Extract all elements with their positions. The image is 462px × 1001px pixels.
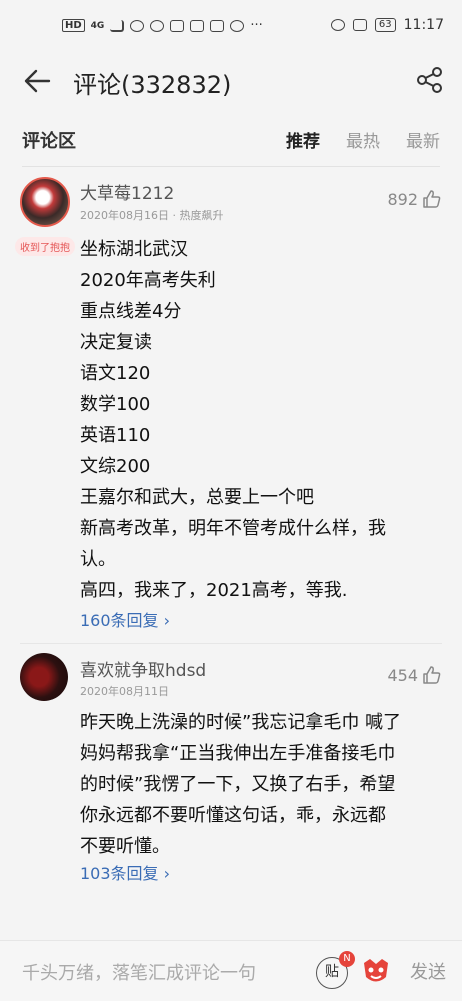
hd-indicator: HD <box>62 19 85 32</box>
comment-line: 坐标湖北武汉 <box>80 239 188 260</box>
sort-tabs: 推荐 最热 最新 <box>286 127 440 152</box>
comment-line: 高四，我来了，2021高考，等我. <box>80 580 348 601</box>
like-button[interactable]: 892 <box>387 189 442 209</box>
thumbs-up-icon <box>423 190 441 208</box>
trending-tag: 热度飙升 <box>179 209 224 222</box>
avatar[interactable] <box>20 653 68 701</box>
hug-badge: 收到了抱抱 <box>15 237 75 256</box>
comment-date: 2020年08月16日 <box>80 209 169 222</box>
emoji-icon[interactable] <box>360 957 392 987</box>
heart-icon <box>170 19 185 32</box>
comment-line: 语文120 <box>80 363 151 384</box>
alarm-icon <box>330 19 345 31</box>
comment-line: 你永远都不要听懂这句话，乖，永远都 <box>80 805 386 826</box>
comment-username[interactable]: 大草莓1212 <box>80 179 174 204</box>
comment-line: 不要听懂。 <box>80 836 170 857</box>
comment-line: 新高考改革，明年不管考成什么样，我 <box>80 518 386 539</box>
tab-newest[interactable]: 最新 <box>406 127 440 152</box>
comment-line: 重点线差4分 <box>80 301 182 322</box>
comment-line: 决定复读 <box>80 332 152 353</box>
comment-input-bar: 千头万绪，落笔汇成评论一句 贴 N 发送 <box>0 940 462 1001</box>
comment-line: 2020年高考失利 <box>80 270 216 291</box>
new-badge: N <box>339 951 355 967</box>
comment-item: 喜欢就争取hdsd 2020年08月11日 454 昨天晚上洗澡的时候”我忘记拿… <box>0 653 462 935</box>
send-button[interactable]: 发送 <box>410 958 446 984</box>
avatar[interactable] <box>20 177 70 227</box>
comment-username[interactable]: 喜欢就争取hdsd <box>80 656 206 681</box>
comment-line: 昨天晚上洗澡的时候”我忘记拿毛巾 喊了 <box>80 712 402 733</box>
comment-item: 收到了抱抱 大草莓1212 2020年08月16日 · 热度飙升 892 坐标湖… <box>0 167 462 644</box>
comment-line: 的时候”我愣了一下，又换了右手，希望 <box>80 774 396 795</box>
comment-line: 英语110 <box>80 425 151 446</box>
notification-icon <box>150 19 165 32</box>
network-indicator: 4G <box>90 20 105 31</box>
comment-date: 2020年08月11日 <box>80 685 169 698</box>
status-bar: HD 4G ··· 63 11:17 <box>0 0 462 56</box>
like-count: 454 <box>387 665 418 685</box>
like-count: 892 <box>387 189 418 209</box>
message-icon <box>230 19 245 32</box>
share-icon[interactable] <box>416 66 444 94</box>
comment-line: 文综200 <box>80 456 151 477</box>
sticker-label: 贴 <box>325 964 339 980</box>
comment-line: 王嘉尔和武大，总要上一个吧 <box>80 487 314 508</box>
comment-line: 妈妈帮我拿“正当我伸出左手准备接毛巾 <box>80 743 396 764</box>
like-button[interactable]: 454 <box>387 665 442 685</box>
vibrate-icon <box>352 19 367 31</box>
video-icon <box>210 19 225 32</box>
more-dots-icon: ··· <box>250 18 263 33</box>
page-title: 评论(332832) <box>73 71 232 99</box>
signal-icon <box>110 19 125 32</box>
battery-indicator: 63 <box>374 18 396 32</box>
comment-section-header: 评论区 推荐 最热 最新 <box>22 110 440 167</box>
comment-line: 认。 <box>80 549 116 570</box>
sticker-button[interactable]: 贴 N <box>316 951 355 989</box>
comment-body: 昨天晚上洗澡的时候”我忘记拿毛巾 喊了 妈妈帮我拿“正当我伸出左手准备接毛巾 的… <box>80 707 442 862</box>
back-arrow-icon[interactable] <box>22 66 52 96</box>
tab-hottest[interactable]: 最热 <box>346 127 380 152</box>
view-replies-link[interactable]: 103条回复 › <box>80 860 170 884</box>
comment-line: 数学100 <box>80 394 151 415</box>
view-replies-link[interactable]: 160条回复 › <box>80 607 170 631</box>
weibo-icon <box>190 19 205 32</box>
divider <box>20 643 442 644</box>
comment-body: 坐标湖北武汉 2020年高考失利 重点线差4分 决定复读 语文120 数学100… <box>80 234 442 606</box>
thumbs-up-icon <box>423 666 441 684</box>
section-label: 评论区 <box>22 131 76 152</box>
wifi-icon <box>130 19 145 32</box>
tab-recommended[interactable]: 推荐 <box>286 127 320 152</box>
comment-input[interactable]: 千头万绪，落笔汇成评论一句 <box>22 959 256 985</box>
clock: 11:17 <box>403 17 444 33</box>
comment-meta: 2020年08月16日 · 热度飙升 <box>80 209 224 222</box>
top-bar: 评论(332832) <box>0 56 462 110</box>
